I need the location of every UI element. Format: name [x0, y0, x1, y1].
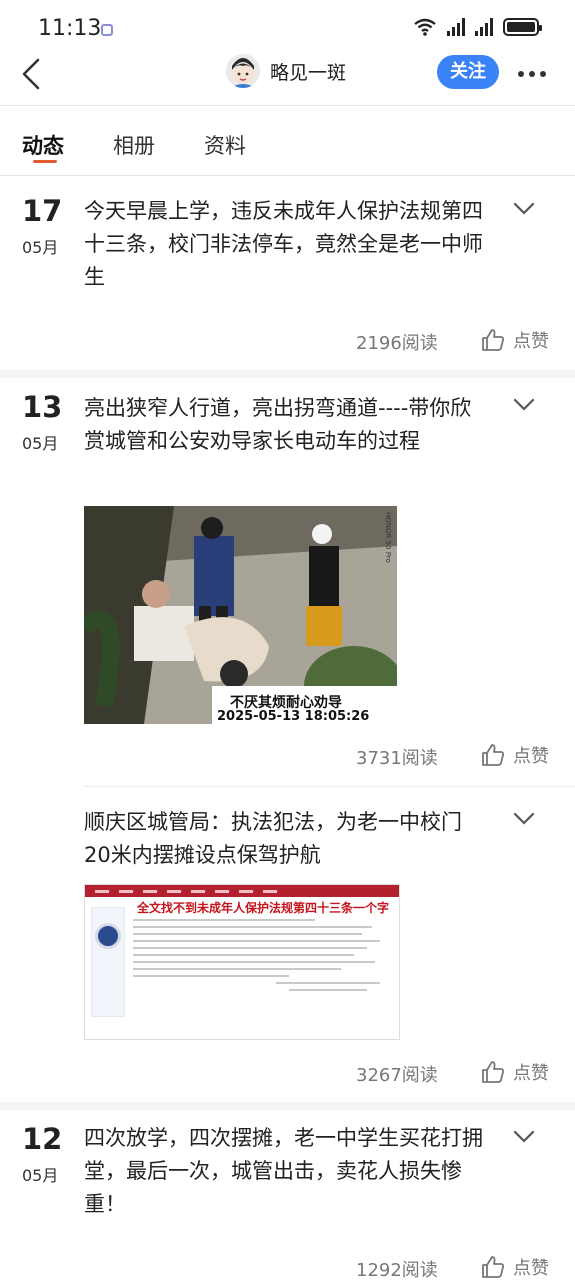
post-document-image[interactable]: 全文找不到未成年人保护法规第四十三条一个字	[84, 884, 400, 1040]
tab-album[interactable]: 相册	[113, 130, 155, 160]
like-label: 点赞	[513, 331, 549, 352]
post-month: 05月	[22, 1166, 59, 1185]
like-button[interactable]: 点赞	[481, 1059, 549, 1085]
read-count: 3267阅读	[356, 1065, 438, 1086]
photo-watermark: HONOR 50 Pro	[384, 512, 392, 563]
more-options-icon[interactable]	[518, 71, 546, 77]
signal-icon	[447, 18, 465, 36]
thumbs-up-icon	[482, 1061, 504, 1083]
document-header-bar	[85, 885, 399, 897]
nav-divider	[0, 105, 575, 106]
post-divider	[84, 786, 575, 787]
tab-profile-info[interactable]: 资料	[204, 130, 246, 160]
thumbs-up-icon	[482, 329, 504, 351]
battery-icon	[503, 18, 542, 36]
profile-name: 略见一斑	[270, 61, 347, 84]
thumbs-up-icon	[482, 744, 504, 766]
chevron-down-icon[interactable]	[513, 398, 535, 412]
chevron-down-icon[interactable]	[513, 1130, 535, 1144]
active-tab-indicator	[33, 160, 57, 163]
read-count: 3731阅读	[356, 748, 438, 769]
tabs-divider	[0, 175, 575, 176]
post-text[interactable]: 今天早晨上学，违反未成年人保护法规第四十三条，校门非法停车，竟然全是老一中师生	[84, 195, 484, 294]
status-icons	[413, 18, 542, 36]
wifi-icon	[414, 18, 436, 36]
post-text[interactable]: 亮出狭窄人行道，亮出拐弯通道----带你欣赏城管和公安劝导家长电动车的过程	[84, 392, 484, 458]
post-day: 17	[22, 194, 63, 228]
tab-activity[interactable]: 动态	[22, 130, 64, 160]
like-label: 点赞	[513, 1063, 549, 1084]
profile-tabs: 动态 相册 资料	[0, 110, 575, 176]
section-separator	[0, 370, 575, 378]
chevron-down-icon[interactable]	[513, 812, 535, 826]
document-title: 全文找不到未成年人保护法规第四十三条一个字	[137, 901, 390, 915]
chevron-down-icon[interactable]	[513, 202, 535, 216]
thumbs-up-icon	[482, 1256, 504, 1278]
read-count: 1292阅读	[356, 1260, 438, 1280]
back-arrow-icon[interactable]	[18, 56, 50, 92]
avatar-face-icon	[226, 54, 260, 88]
like-button[interactable]: 点赞	[481, 742, 549, 768]
signal-icon-2	[475, 18, 493, 36]
profile-header[interactable]: 略见一斑	[226, 54, 346, 88]
photo-timestamp: 2025-05-13 18:05:26	[217, 709, 370, 724]
post-month: 05月	[22, 238, 59, 257]
status-time: 11:13	[38, 16, 102, 41]
like-label: 点赞	[513, 1258, 549, 1279]
like-button[interactable]: 点赞	[481, 327, 549, 353]
post-day: 12	[22, 1122, 63, 1156]
emblem-icon	[95, 923, 121, 949]
post-month: 05月	[22, 434, 59, 453]
like-button[interactable]: 点赞	[481, 1254, 549, 1280]
section-separator	[0, 1102, 575, 1110]
like-label: 点赞	[513, 746, 549, 767]
follow-button[interactable]: 关注	[437, 55, 499, 89]
avatar[interactable]	[226, 54, 260, 88]
post-day: 13	[22, 390, 63, 424]
notification-icon	[101, 24, 113, 36]
post-text[interactable]: 顺庆区城管局：执法犯法，为老一中校门20米内摆摊设点保驾护航	[84, 806, 484, 872]
post-text[interactable]: 四次放学，四次摆摊，老一中学生买花打拥堂，最后一次，城管出击，卖花人损失惨重！	[84, 1122, 484, 1221]
document-body	[133, 919, 393, 996]
read-count: 2196阅读	[356, 333, 438, 354]
top-nav: 略见一斑 关注	[0, 48, 575, 100]
